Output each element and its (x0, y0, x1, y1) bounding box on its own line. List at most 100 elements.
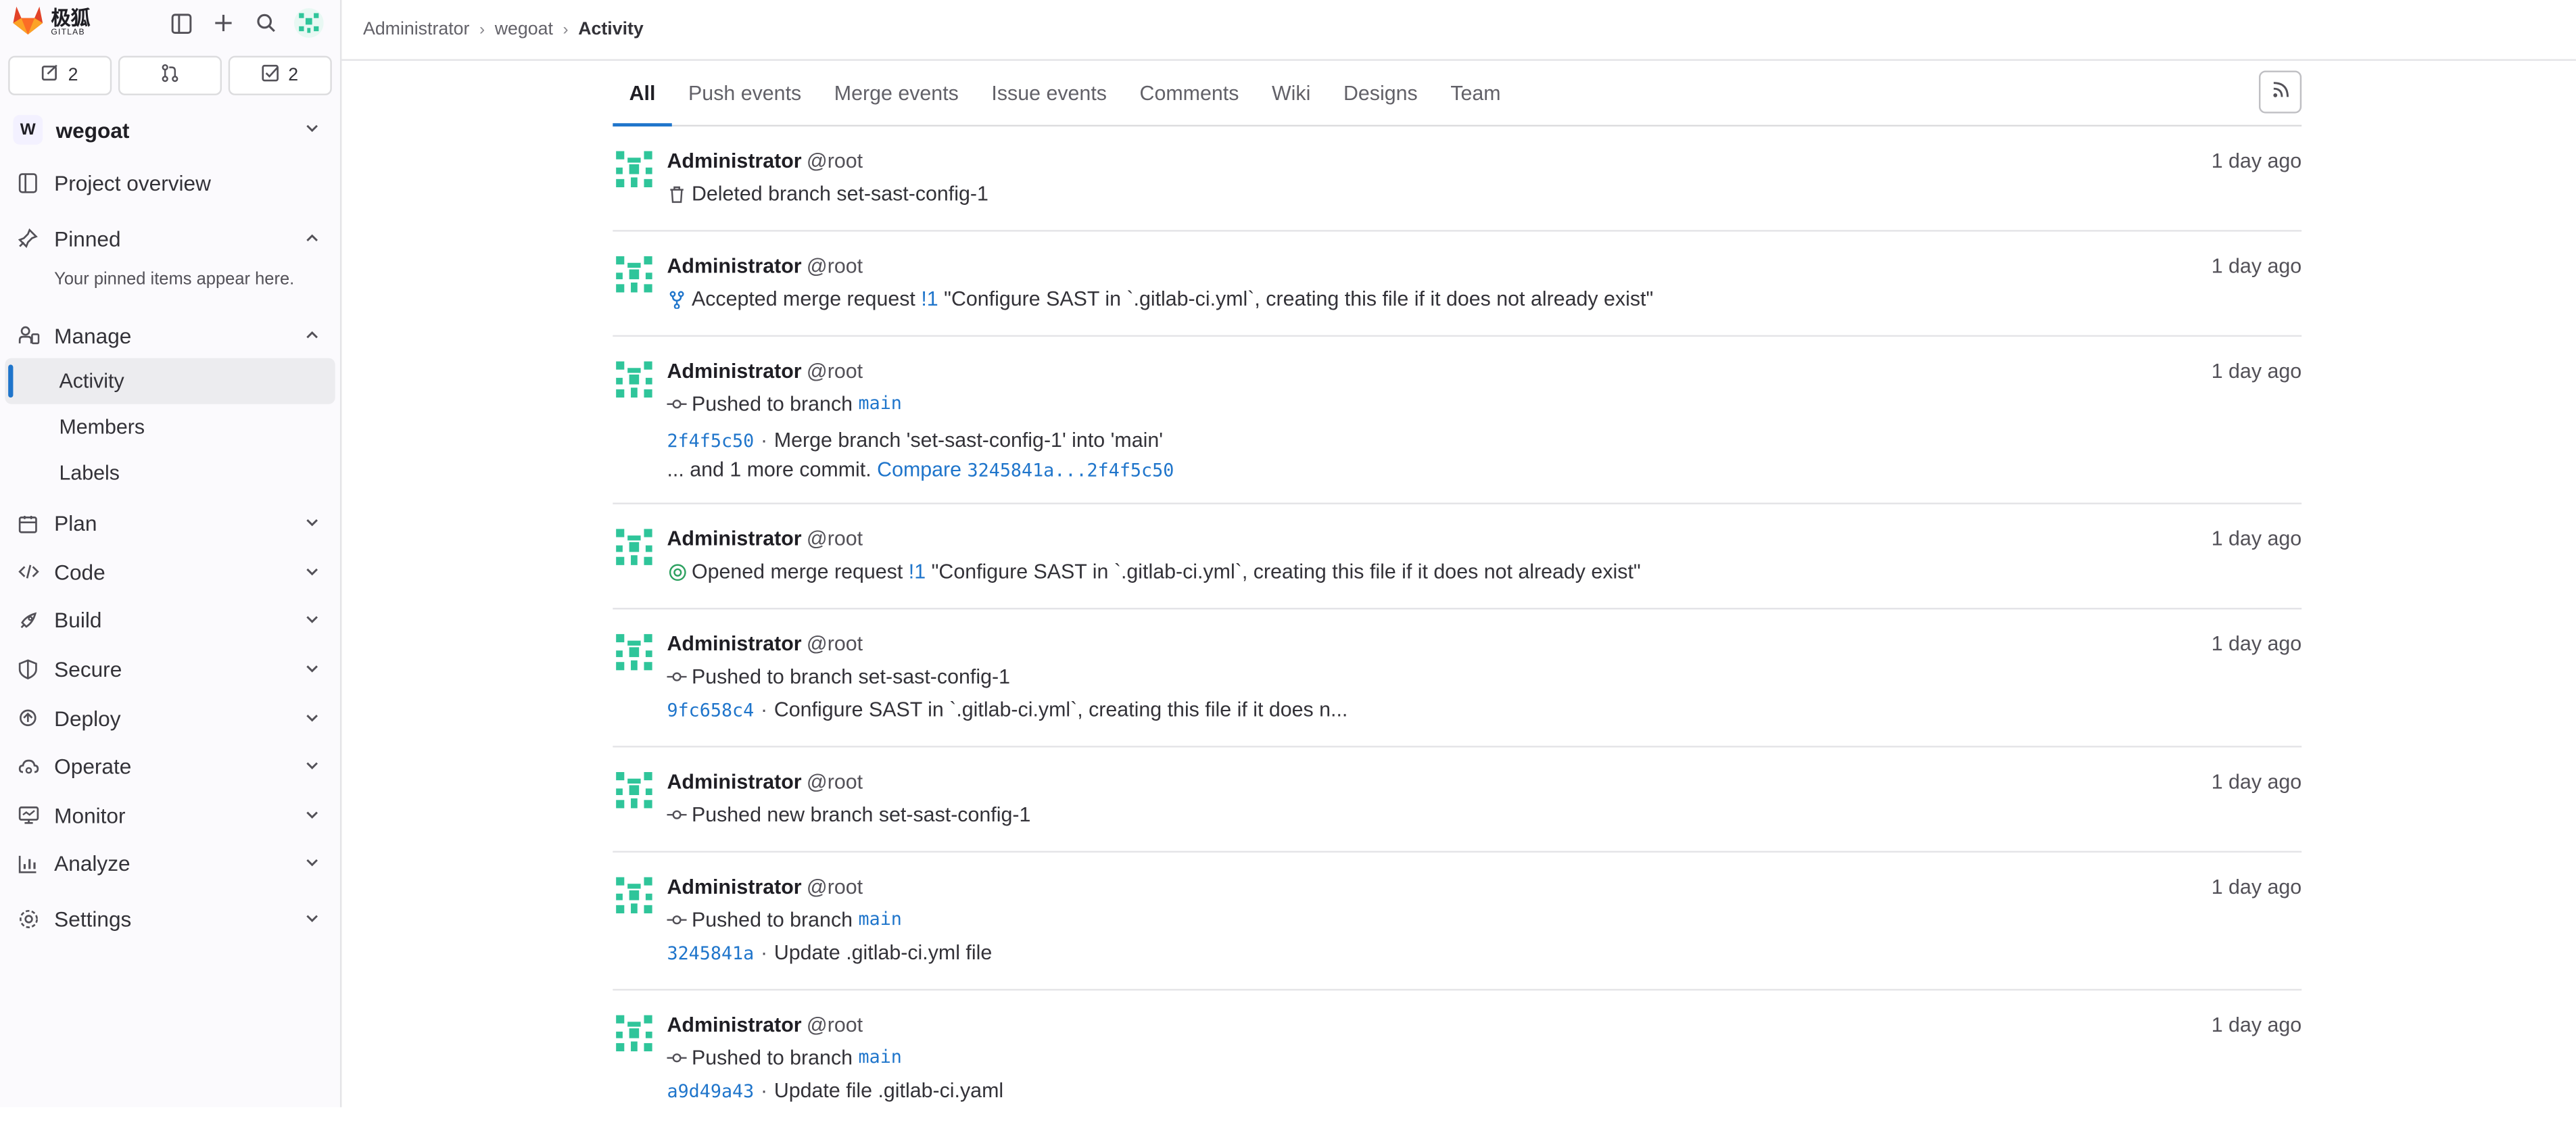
nav-monitor[interactable]: Monitor (0, 791, 340, 840)
author-name[interactable]: Administrator (667, 876, 801, 898)
tab-wiki[interactable]: Wiki (1256, 82, 1327, 124)
chart-icon (16, 854, 39, 873)
rss-feed-button[interactable] (2258, 70, 2302, 114)
issues-counter-button[interactable]: 2 (8, 55, 112, 95)
todos-counter-button[interactable]: 2 (228, 55, 332, 95)
author-name[interactable]: Administrator (667, 360, 801, 383)
chevron-down-icon (304, 706, 320, 730)
author-username[interactable]: @root (807, 1013, 863, 1036)
author-username[interactable]: @root (807, 149, 863, 172)
user-avatar[interactable] (613, 253, 655, 304)
author-username[interactable]: @root (807, 771, 863, 794)
author-name[interactable]: Administrator (667, 771, 801, 794)
author-name[interactable]: Administrator (667, 255, 801, 278)
event-time: 1 day ago (2211, 360, 2302, 383)
nav-labels[interactable]: Labels (5, 450, 335, 496)
tab-comments[interactable]: Comments (1123, 82, 1255, 124)
breadcrumb-current[interactable]: Activity (578, 20, 644, 39)
nav-settings[interactable]: Settings (0, 895, 340, 944)
tab-designs[interactable]: Designs (1327, 82, 1434, 124)
user-avatar[interactable] (613, 631, 655, 681)
sidebar-toggle-icon[interactable] (166, 8, 195, 38)
event-action: Pushed to branch (691, 392, 853, 416)
trash-icon (667, 185, 686, 203)
project-switcher[interactable]: W wegoat (0, 108, 340, 151)
event-item: Administrator @root 1 day ago Accepted me… (613, 232, 2302, 337)
event-time: 1 day ago (2211, 632, 2302, 656)
author-name[interactable]: Administrator (667, 527, 801, 550)
chevron-right-icon: › (479, 20, 485, 39)
activity-main: All Push events Merge events Issue event… (613, 61, 2302, 1127)
rss-icon (2271, 77, 2289, 107)
nav-pinned[interactable]: Pinned (0, 215, 340, 261)
author-username[interactable]: @root (807, 527, 863, 550)
tab-merge-events[interactable]: Merge events (818, 82, 976, 124)
event-time: 1 day ago (2211, 254, 2302, 278)
author-username[interactable]: @root (807, 255, 863, 278)
user-avatar[interactable] (613, 358, 655, 409)
merge-request-title: "Configure SAST in `.gitlab-ci.yml`, cre… (944, 287, 1654, 311)
nav-label: Operate (54, 754, 132, 780)
commit-sha-link[interactable]: 2f4f5c50 (667, 431, 754, 452)
tab-team[interactable]: Team (1434, 82, 1517, 124)
user-avatar[interactable] (613, 526, 655, 577)
user-avatar[interactable] (613, 874, 655, 925)
branch-link[interactable]: main (859, 391, 902, 417)
event-item: Administrator @root 1 day ago Opened merg… (613, 504, 2302, 610)
nav-deploy[interactable]: Deploy (0, 694, 340, 742)
more-commits-text: ... and 1 more commit. (667, 458, 872, 481)
nav-activity[interactable]: Activity (5, 358, 335, 404)
tab-push-events[interactable]: Push events (672, 82, 818, 124)
branch-link[interactable]: main (859, 1045, 902, 1071)
chevron-right-icon: › (563, 20, 569, 39)
merge-request-link[interactable]: !1 (921, 286, 938, 312)
compare-link[interactable]: Compare 3245841a...2f4f5c50 (877, 458, 1174, 481)
nav-build[interactable]: Build (0, 596, 340, 645)
nav-project-overview[interactable]: Project overview (0, 160, 340, 206)
user-avatar[interactable] (613, 769, 655, 819)
nav-analyze[interactable]: Analyze (0, 840, 340, 888)
commit-sha-link[interactable]: 9fc658c4 (667, 700, 754, 721)
branch-link[interactable]: main (859, 907, 902, 933)
merge-icon (667, 290, 686, 308)
user-avatar[interactable] (613, 148, 655, 199)
breadcrumb-item[interactable]: Administrator (363, 20, 469, 39)
nav-label: Settings (54, 907, 132, 932)
nav-label: Code (54, 560, 105, 585)
plus-icon[interactable] (209, 8, 239, 38)
merge-request-link[interactable]: !1 (909, 558, 926, 585)
author-name[interactable]: Administrator (667, 1013, 801, 1036)
event-item: Administrator @root 1 day ago Pushed to b… (613, 990, 2301, 1127)
nav-secure[interactable]: Secure (0, 645, 340, 694)
monitor-icon (16, 805, 39, 825)
commit-sha-link[interactable]: 3245841a (667, 943, 754, 965)
nav-label: Secure (54, 657, 122, 682)
event-filter-tabs: All Push events Merge events Issue event… (613, 61, 2302, 127)
author-username[interactable]: @root (807, 360, 863, 383)
nav-manage[interactable]: Manage (0, 312, 340, 358)
event-action: Pushed to branch (691, 1046, 853, 1070)
nav-plan[interactable]: Plan (0, 500, 340, 548)
nav-operate[interactable]: Operate (0, 742, 340, 791)
merge-requests-counter-button[interactable] (118, 55, 222, 95)
user-avatar[interactable] (613, 1012, 655, 1063)
commit-icon (667, 808, 687, 821)
author-name[interactable]: Administrator (667, 149, 801, 172)
merge-request-title: "Configure SAST in `.gitlab-ci.yml`, cre… (931, 560, 1641, 583)
author-username[interactable]: @root (807, 632, 863, 655)
gitlab-logo[interactable]: 极狐 GITLAB (10, 3, 91, 44)
commit-message: Configure SAST in `.gitlab-ci.yml`, crea… (773, 698, 1348, 721)
user-avatar[interactable] (293, 8, 324, 38)
tab-all[interactable]: All (613, 82, 672, 127)
event-item: Administrator @root 1 day ago Deleted bra… (613, 126, 2302, 232)
nav-code[interactable]: Code (0, 548, 340, 597)
author-name[interactable]: Administrator (667, 632, 801, 655)
breadcrumb-item[interactable]: wegoat (495, 20, 553, 39)
nav-label: Project overview (54, 170, 211, 195)
tab-issue-events[interactable]: Issue events (975, 82, 1123, 124)
author-username[interactable]: @root (807, 876, 863, 898)
nav-members[interactable]: Members (5, 404, 335, 450)
search-icon[interactable] (252, 8, 281, 38)
event-item: Administrator @root 1 day ago Pushed to b… (613, 337, 2302, 504)
commit-sha-link[interactable]: a9d49a43 (667, 1081, 754, 1103)
